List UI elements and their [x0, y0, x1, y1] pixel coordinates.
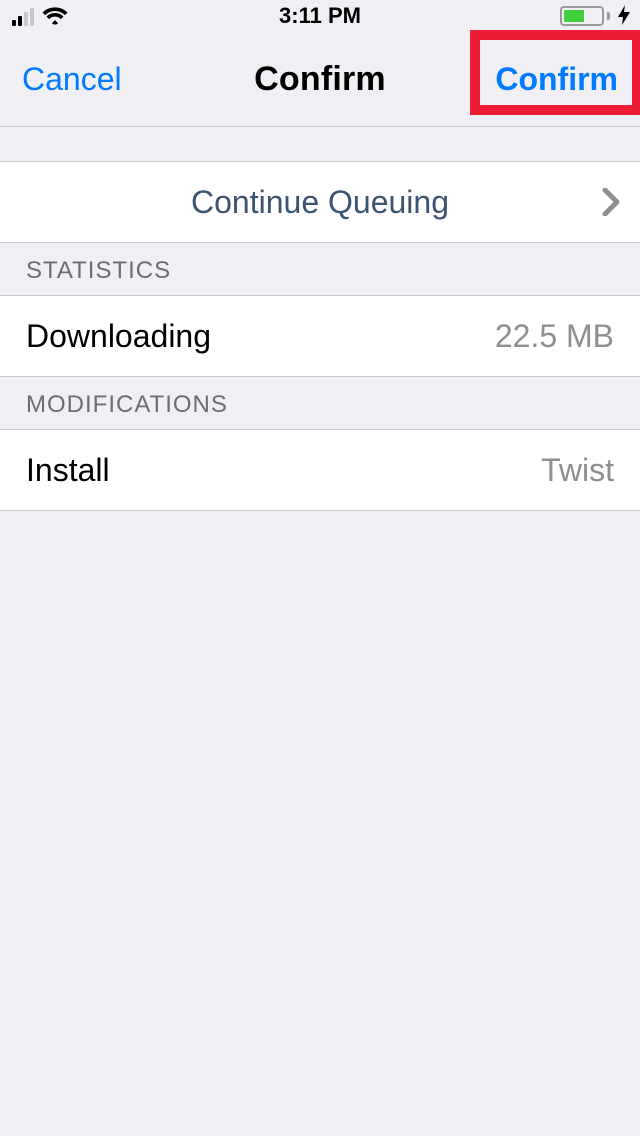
status-bar: 3:11 PM — [0, 0, 640, 32]
wifi-icon — [42, 6, 68, 26]
downloading-value: 22.5 MB — [495, 318, 614, 355]
install-row: Install Twist — [0, 429, 640, 511]
downloading-label: Downloading — [26, 318, 495, 355]
continue-queuing-label: Continue Queuing — [26, 184, 614, 221]
nav-bar: Cancel Confirm Confirm — [0, 32, 640, 127]
confirm-button[interactable]: Confirm — [495, 61, 618, 98]
cancel-button[interactable]: Cancel — [22, 61, 122, 98]
install-label: Install — [26, 452, 541, 489]
page-title: Confirm — [254, 60, 386, 99]
modifications-header: MODIFICATIONS — [0, 377, 640, 429]
cellular-signal-icon — [12, 6, 34, 26]
status-time: 3:11 PM — [279, 3, 361, 29]
chevron-right-icon — [602, 188, 620, 216]
status-right — [560, 5, 630, 28]
continue-queuing-row[interactable]: Continue Queuing — [0, 161, 640, 243]
charging-icon — [618, 5, 630, 28]
battery-icon — [560, 6, 610, 26]
spacer — [0, 127, 640, 161]
statistics-header: STATISTICS — [0, 243, 640, 295]
install-value: Twist — [541, 452, 614, 489]
status-left — [12, 6, 68, 26]
downloading-row: Downloading 22.5 MB — [0, 295, 640, 377]
